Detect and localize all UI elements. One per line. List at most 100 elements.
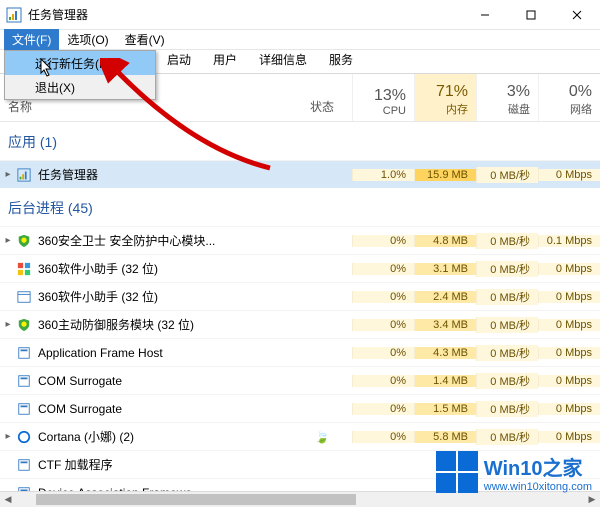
memory-cell: 3.1 MB (414, 263, 476, 275)
column-status[interactable]: 状态 (292, 74, 352, 121)
disk-cell: 0 MB/秒 (476, 261, 538, 277)
process-status: 🍃 (292, 430, 352, 444)
cpu-percent: 13% (374, 87, 406, 105)
expand-icon[interactable]: ▸ (0, 169, 16, 180)
app-icon (16, 401, 32, 417)
menu-file[interactable]: 文件(F) (4, 29, 59, 50)
process-row[interactable]: CTF 加载程序 (0, 450, 600, 478)
process-name: 360软件小助手 (32 位) (38, 260, 292, 277)
scrollbar-thumb[interactable] (36, 494, 356, 505)
memory-percent: 71% (436, 83, 468, 101)
column-memory[interactable]: 71% 内存 (414, 74, 476, 121)
network-cell: 0 Mbps (538, 375, 600, 387)
disk-cell: 0 MB/秒 (476, 401, 538, 417)
scroll-left-icon[interactable]: ◀ (0, 492, 16, 507)
task-manager-icon (16, 167, 32, 183)
cpu-cell: 0% (352, 403, 414, 415)
cpu-cell: 0% (352, 319, 414, 331)
leaf-icon: 🍃 (315, 430, 330, 444)
shield-green-icon (16, 233, 32, 249)
cpu-cell: 0% (352, 291, 414, 303)
network-cell: 0 Mbps (538, 319, 600, 331)
app-icon (16, 345, 32, 361)
titlebar: 任务管理器 (0, 0, 600, 30)
process-name: CTF 加载程序 (38, 456, 292, 473)
network-cell: 0 Mbps (538, 291, 600, 303)
column-disk[interactable]: 3% 磁盘 (476, 74, 538, 121)
network-cell: 0 Mbps (538, 347, 600, 359)
expand-icon[interactable]: ▸ (0, 319, 16, 330)
scrollbar-track[interactable] (16, 492, 584, 507)
memory-cell: 3.4 MB (414, 319, 476, 331)
cpu-cell: 0% (352, 431, 414, 443)
disk-cell: 0 MB/秒 (476, 167, 538, 183)
process-row[interactable]: 360软件小助手 (32 位) 0%2.4 MB0 MB/秒0 Mbps (0, 282, 600, 310)
disk-cell: 0 MB/秒 (476, 345, 538, 361)
process-name: 360安全卫士 安全防护中心模块... (38, 232, 292, 249)
process-row[interactable]: ▸Cortana (小娜) (2)🍃0%5.8 MB0 MB/秒0 Mbps (0, 422, 600, 450)
network-label: 网络 (570, 101, 592, 117)
software-manager-icon (16, 261, 32, 277)
memory-label: 内存 (446, 101, 468, 117)
process-name: COM Surrogate (38, 402, 292, 416)
disk-percent: 3% (507, 83, 530, 101)
cpu-label: CPU (383, 105, 406, 117)
column-cpu[interactable]: 13% CPU (352, 74, 414, 121)
disk-label: 磁盘 (508, 101, 530, 117)
minimize-button[interactable] (462, 0, 508, 30)
shield-green-icon (16, 317, 32, 333)
close-button[interactable] (554, 0, 600, 30)
column-network[interactable]: 0% 网络 (538, 74, 600, 121)
menu-exit[interactable]: 退出(X) (5, 75, 155, 99)
section-apps: 应用 (1) (0, 122, 600, 160)
process-name: COM Surrogate (38, 374, 292, 388)
memory-cell: 1.5 MB (414, 403, 476, 415)
file-menu-dropdown: 运行新任务(N) 退出(X) (4, 50, 156, 100)
scroll-right-icon[interactable]: ▶ (584, 492, 600, 507)
menu-options[interactable]: 选项(O) (59, 29, 116, 50)
memory-cell: 15.9 MB (414, 169, 476, 181)
memory-cell: 1.4 MB (414, 375, 476, 387)
task-manager-icon (6, 7, 22, 23)
network-cell: 0.1 Mbps (538, 235, 600, 247)
disk-cell: 0 MB/秒 (476, 317, 538, 333)
tab-services[interactable]: 服务 (318, 47, 364, 73)
process-name: 360软件小助手 (32 位) (38, 288, 292, 305)
app-icon (16, 373, 32, 389)
horizontal-scrollbar[interactable]: ◀ ▶ (0, 491, 600, 507)
network-percent: 0% (569, 83, 592, 101)
process-list: 应用 (1) ▸任务管理器1.0%15.9 MB0 MB/秒0 Mbps 后台进… (0, 122, 600, 506)
process-name: Cortana (小娜) (2) (38, 428, 292, 445)
process-row[interactable]: Application Frame Host0%4.3 MB0 MB/秒0 Mb… (0, 338, 600, 366)
process-name: Application Frame Host (38, 346, 292, 360)
section-background: 后台进程 (45) (0, 188, 600, 226)
tab-users[interactable]: 用户 (202, 47, 248, 73)
network-cell: 0 Mbps (538, 431, 600, 443)
cortana-icon (16, 429, 32, 445)
memory-cell: 2.4 MB (414, 291, 476, 303)
cpu-cell: 0% (352, 347, 414, 359)
disk-cell: 0 MB/秒 (476, 289, 538, 305)
window-title: 任务管理器 (28, 6, 462, 23)
tab-details[interactable]: 详细信息 (248, 47, 318, 73)
app-icon (16, 457, 32, 473)
disk-cell: 0 MB/秒 (476, 429, 538, 445)
disk-cell: 0 MB/秒 (476, 233, 538, 249)
expand-icon[interactable]: ▸ (0, 431, 16, 442)
cpu-cell: 0% (352, 375, 414, 387)
tab-startup[interactable]: 启动 (156, 47, 202, 73)
network-cell: 0 Mbps (538, 169, 600, 181)
process-row[interactable]: ▸任务管理器1.0%15.9 MB0 MB/秒0 Mbps (0, 160, 600, 188)
process-row[interactable]: COM Surrogate0%1.4 MB0 MB/秒0 Mbps (0, 366, 600, 394)
cpu-cell: 0% (352, 263, 414, 275)
process-row[interactable]: ▸ 360主动防御服务模块 (32 位) 0%3.4 MB0 MB/秒0 Mbps (0, 310, 600, 338)
process-row[interactable]: 360软件小助手 (32 位) 0%3.1 MB0 MB/秒0 Mbps (0, 254, 600, 282)
network-cell: 0 Mbps (538, 263, 600, 275)
process-row[interactable]: ▸360安全卫士 安全防护中心模块...0%4.8 MB0 MB/秒0.1 Mb… (0, 226, 600, 254)
process-name: 360主动防御服务模块 (32 位) (38, 316, 292, 333)
process-name: 任务管理器 (38, 166, 292, 183)
process-row[interactable]: COM Surrogate0%1.5 MB0 MB/秒0 Mbps (0, 394, 600, 422)
expand-icon[interactable]: ▸ (0, 235, 16, 246)
maximize-button[interactable] (508, 0, 554, 30)
menu-run-new-task[interactable]: 运行新任务(N) (5, 51, 155, 75)
